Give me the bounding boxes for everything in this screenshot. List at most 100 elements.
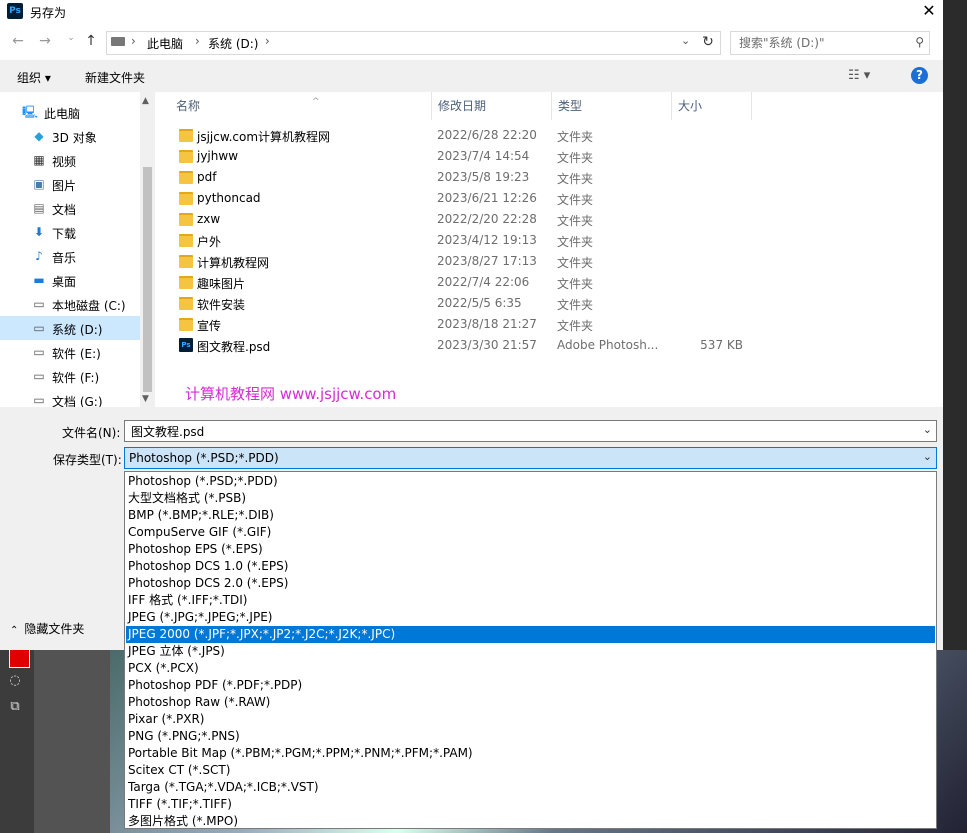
column-header-modified[interactable]: 修改日期 <box>432 92 552 120</box>
file-name: zxw <box>197 212 221 226</box>
column-header-size[interactable]: 大小 <box>672 92 752 120</box>
folder-icon <box>179 234 193 247</box>
folder-icon <box>179 129 193 142</box>
filetype-option[interactable]: CompuServe GIF (*.GIF) <box>126 524 935 541</box>
forward-arrow-icon[interactable]: → <box>36 33 54 51</box>
hide-folders-toggle[interactable]: ⌃ 隐藏文件夹 <box>10 620 84 637</box>
breadcrumb-separator-icon[interactable]: › <box>265 34 270 48</box>
file-row[interactable]: 软件安装 2022/5/5 6:35 文件夹 <box>165 293 925 314</box>
file-row[interactable]: 宣传 2023/8/18 21:27 文件夹 <box>165 314 925 335</box>
filetype-option[interactable]: PCX (*.PCX) <box>126 660 935 677</box>
file-row[interactable]: jyjhww 2023/7/4 14:54 文件夹 <box>165 146 925 167</box>
filetype-option[interactable]: 多图片格式 (*.MPO) <box>126 813 935 830</box>
screen-mode-icon[interactable]: ⧉ <box>4 699 26 717</box>
file-row[interactable]: jsjjcw.com计算机教程网 2022/6/28 22:20 文件夹 <box>165 125 925 146</box>
file-name: 宣传 <box>197 319 222 333</box>
nav-item-this-pc[interactable]: 🖳 此电脑 <box>0 100 140 124</box>
scrollbar-thumb[interactable] <box>143 167 152 392</box>
nav-item-videos[interactable]: ▦ 视频 <box>0 148 140 172</box>
file-date: 2023/3/30 21:57 <box>437 338 537 352</box>
filetype-option[interactable]: BMP (*.BMP;*.RLE;*.DIB) <box>126 507 935 524</box>
organize-button[interactable]: 组织 ▾ <box>17 69 51 86</box>
address-bar[interactable]: › 此电脑 › 系统 (D:) › ⌄ <box>106 31 721 55</box>
nav-item-music[interactable]: ♪ 音乐 <box>0 244 140 268</box>
filetype-option[interactable]: Photoshop DCS 2.0 (*.EPS) <box>126 575 935 592</box>
nav-item-drive-f[interactable]: ▭ 软件 (F:) <box>0 364 140 388</box>
view-options-icon[interactable]: ☷ ▾ <box>848 68 870 83</box>
nav-item-downloads[interactable]: ⬇ 下载 <box>0 220 140 244</box>
filetype-option[interactable]: Scitex CT (*.SCT) <box>126 762 935 779</box>
filetype-dropdown-list[interactable]: Photoshop (*.PSD;*.PDD) 大型文档格式 (*.PSB) BMP… <box>124 471 937 829</box>
nav-item-drive-d[interactable]: ▭ 系统 (D:) <box>0 316 140 340</box>
file-row[interactable]: zxw 2022/2/20 22:28 文件夹 <box>165 209 925 230</box>
filetype-option[interactable]: Photoshop EPS (*.EPS) <box>126 541 935 558</box>
file-size: 537 KB <box>700 338 743 352</box>
filetype-select[interactable]: Photoshop (*.PSD;*.PDD) ⌄ <box>124 447 937 469</box>
file-type: 文件夹 <box>557 298 594 312</box>
folder-icon <box>179 255 193 268</box>
nav-item-pictures[interactable]: ▣ 图片 <box>0 172 140 196</box>
folder-icon <box>179 213 193 226</box>
filetype-option[interactable]: Photoshop Raw (*.RAW) <box>126 694 935 711</box>
filetype-option[interactable]: Photoshop (*.PSD;*.PDD) <box>126 473 935 490</box>
up-arrow-icon[interactable]: ↑ <box>82 33 100 51</box>
nav-item-3d-objects[interactable]: ◆ 3D 对象 <box>0 124 140 148</box>
help-icon[interactable]: ? <box>911 67 928 84</box>
file-name: jsjjcw.com计算机教程网 <box>197 130 331 144</box>
breadcrumb-separator-icon[interactable]: › <box>195 34 200 48</box>
filename-combobox[interactable]: ⌄ <box>124 420 937 442</box>
file-type: 文件夹 <box>557 235 594 249</box>
foreground-color-swatch[interactable] <box>9 649 30 668</box>
drive-icon: ▭ <box>33 345 45 359</box>
search-icon[interactable]: ⚲ <box>915 35 924 49</box>
recent-locations-chevron-icon[interactable]: ⌄ <box>62 33 80 51</box>
filetype-option[interactable]: TIFF (*.TIF;*.TIFF) <box>126 796 935 813</box>
folder-icon <box>179 171 193 184</box>
nav-item-drive-c[interactable]: ▭ 本地磁盘 (C:) <box>0 292 140 316</box>
breadcrumb-drive-d[interactable]: 系统 (D:) <box>208 35 258 52</box>
filetype-option[interactable]: Portable Bit Map (*.PBM;*.PGM;*.PPM;*.PN… <box>126 745 935 762</box>
filename-input[interactable] <box>129 423 913 439</box>
column-header-type[interactable]: 类型 <box>552 92 672 120</box>
navigation-scrollbar[interactable]: ▲ ▼ <box>140 92 155 407</box>
filetype-option[interactable]: IFF 格式 (*.IFF;*.TDI) <box>126 592 935 609</box>
filetype-option[interactable]: JPEG 2000 (*.JPF;*.JPX;*.JP2;*.J2C;*.J2K… <box>126 626 935 643</box>
column-header-name[interactable]: 名称 ^ <box>170 92 432 120</box>
file-row[interactable]: 户外 2023/4/12 19:13 文件夹 <box>165 230 925 251</box>
scroll-down-icon[interactable]: ▼ <box>142 394 149 404</box>
nav-item-drive-g[interactable]: ▭ 文档 (G:) <box>0 388 140 407</box>
filetype-option[interactable]: 大型文档格式 (*.PSB) <box>126 490 935 507</box>
nav-item-label: 系统 (D:) <box>52 323 103 337</box>
file-name: 计算机教程网 <box>197 256 270 270</box>
chevron-down-icon[interactable]: ⌄ <box>923 450 932 463</box>
file-row[interactable]: pdf 2023/5/8 19:23 文件夹 <box>165 167 925 188</box>
nav-item-documents[interactable]: ▤ 文档 <box>0 196 140 220</box>
file-row[interactable]: Ps 图文教程.psd 2023/3/30 21:57 Adobe Photosh..… <box>165 335 925 356</box>
filetype-option[interactable]: Photoshop PDF (*.PDF;*.PDP) <box>126 677 935 694</box>
filetype-label: 保存类型(T): <box>53 453 122 467</box>
filetype-option[interactable]: JPEG (*.JPG;*.JPEG;*.JPE) <box>126 609 935 626</box>
new-folder-button[interactable]: 新建文件夹 <box>85 69 145 86</box>
filetype-option[interactable]: JPEG 立体 (*.JPS) <box>126 643 935 660</box>
nav-item-desktop[interactable]: ▬ 桌面 <box>0 268 140 292</box>
file-row[interactable]: pythoncad 2023/6/21 12:26 文件夹 <box>165 188 925 209</box>
refresh-icon[interactable]: ↻ <box>697 31 719 53</box>
filetype-option[interactable]: Pixar (*.PXR) <box>126 711 935 728</box>
filetype-option[interactable]: Photoshop DCS 1.0 (*.EPS) <box>126 558 935 575</box>
breadcrumb-separator-icon[interactable]: › <box>131 34 136 48</box>
chevron-down-icon[interactable]: ⌄ <box>923 423 932 436</box>
quick-mask-icon[interactable]: ◌ <box>4 673 26 691</box>
nav-item-drive-e[interactable]: ▭ 软件 (E:) <box>0 340 140 364</box>
filetype-option[interactable]: Targa (*.TGA;*.VDA;*.ICB;*.VST) <box>126 779 935 796</box>
scroll-up-icon[interactable]: ▲ <box>142 96 149 106</box>
file-row[interactable]: 趣味图片 2022/7/4 22:06 文件夹 <box>165 272 925 293</box>
file-date: 2023/8/27 17:13 <box>437 254 537 268</box>
address-dropdown-icon[interactable]: ⌄ <box>681 34 690 47</box>
back-arrow-icon[interactable]: ← <box>9 33 27 51</box>
search-input[interactable] <box>737 35 907 51</box>
search-box[interactable]: ⚲ <box>730 31 930 55</box>
close-button[interactable]: ✕ <box>915 0 943 22</box>
filetype-option[interactable]: PNG (*.PNG;*.PNS) <box>126 728 935 745</box>
file-row[interactable]: 计算机教程网 2023/8/27 17:13 文件夹 <box>165 251 925 272</box>
breadcrumb-this-pc[interactable]: 此电脑 <box>147 35 183 52</box>
